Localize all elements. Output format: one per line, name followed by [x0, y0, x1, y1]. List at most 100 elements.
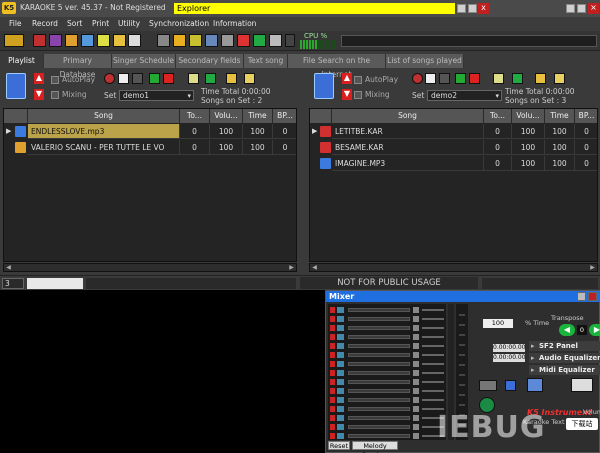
document-icon[interactable] [535, 73, 546, 84]
tab-primary-database[interactable]: Primary Database [44, 54, 112, 79]
document-icon[interactable] [226, 73, 237, 84]
set-dropdown[interactable]: demo1 [119, 90, 194, 101]
curve-icon[interactable] [505, 380, 516, 391]
table-row[interactable]: ▶ LETITBE.KAR 0 100 100 0 [310, 124, 597, 139]
karaoke-icon[interactable] [173, 34, 186, 47]
col-volume[interactable]: Volu... [210, 109, 243, 123]
col-time[interactable]: Time [243, 109, 273, 123]
col-volume[interactable]: Volu... [512, 109, 545, 123]
record-icon[interactable] [33, 34, 46, 47]
channel-strip[interactable] [328, 369, 446, 377]
move-up-icon[interactable]: ▲ [342, 73, 352, 84]
play-icon[interactable] [253, 34, 266, 47]
scroll-right-icon[interactable]: ▶ [588, 264, 597, 271]
playlist-b-icon[interactable] [314, 73, 334, 99]
effects-icon[interactable] [479, 380, 497, 391]
set-dropdown[interactable]: demo2 [427, 90, 502, 101]
menu-synchronization[interactable]: Synchronization [149, 19, 209, 28]
col-bp[interactable]: BP... [273, 109, 296, 123]
col-song[interactable]: Song [28, 109, 180, 123]
channel-strip[interactable] [328, 378, 446, 386]
channel-strip[interactable] [328, 405, 446, 413]
record-icon[interactable] [412, 73, 423, 84]
menu-utility[interactable]: Utility [118, 19, 140, 28]
note-icon[interactable] [244, 73, 255, 84]
col-song[interactable]: Song [332, 109, 484, 123]
channel-strip[interactable] [328, 396, 446, 404]
channel-strip[interactable] [328, 333, 446, 341]
music-icon[interactable] [49, 34, 62, 47]
add-icon[interactable] [455, 73, 466, 84]
play-icon[interactable] [512, 73, 523, 84]
minimize-button[interactable] [468, 4, 477, 13]
channel-strip[interactable] [328, 342, 446, 350]
restore-button[interactable] [457, 4, 466, 13]
status-input[interactable] [27, 278, 83, 289]
autoplay-checkbox[interactable] [51, 76, 59, 84]
channel-strip[interactable] [328, 387, 446, 395]
explorer-field[interactable]: Explorer [174, 3, 455, 14]
menu-information[interactable]: Information [213, 19, 256, 28]
list-icon[interactable] [188, 73, 199, 84]
star-menu-icon[interactable] [4, 34, 24, 47]
camera-icon[interactable] [439, 73, 450, 84]
menu-record[interactable]: Record [32, 19, 58, 28]
camera-icon[interactable] [132, 73, 143, 84]
remove-icon[interactable] [163, 73, 174, 84]
waveform-icon[interactable] [571, 378, 593, 392]
channel-strip[interactable] [328, 324, 446, 332]
transpose-down-button[interactable]: ◀ [559, 324, 575, 336]
grid-icon[interactable] [81, 34, 94, 47]
playlist-a-icon[interactable] [6, 73, 26, 99]
move-down-icon[interactable]: ▼ [342, 89, 352, 100]
menu-print[interactable]: Print [92, 19, 109, 28]
menu-file[interactable]: File [9, 19, 22, 28]
melody-preview-button[interactable]: Melody Preview [352, 441, 398, 453]
add-icon[interactable] [149, 73, 160, 84]
edit-icon[interactable] [118, 73, 129, 84]
edit-icon[interactable] [425, 73, 436, 84]
col-bp[interactable]: BP... [575, 109, 597, 123]
sf2-panel-item[interactable]: SF2 Panel [529, 341, 600, 351]
time-start-field[interactable]: 0.00:00.00 [493, 344, 526, 352]
window-minimize-button[interactable] [566, 4, 575, 13]
left-horizontal-scrollbar[interactable]: ◀ ▶ [3, 263, 297, 272]
table-row[interactable]: BESAME.KAR 0 100 100 0 [310, 140, 597, 155]
table-row[interactable]: IMAGINE.MP3 0 100 100 0 [310, 156, 597, 171]
transpose-up-button[interactable]: ▶ [589, 324, 600, 336]
lyrics-icon[interactable] [189, 34, 202, 47]
table-row[interactable]: VALERIO SCANU - PER TUTTE LE VO 0 100 10… [4, 140, 296, 155]
window-close-button[interactable]: × [588, 3, 599, 14]
audio-equalizer-item[interactable]: Audio Equalizer [529, 353, 600, 363]
channel-strip[interactable] [328, 351, 446, 359]
record-icon[interactable] [104, 73, 115, 84]
remove-icon[interactable] [469, 73, 480, 84]
note-icon[interactable] [554, 73, 565, 84]
play-icon[interactable] [205, 73, 216, 84]
mixing-checkbox[interactable] [354, 91, 362, 99]
window-maximize-button[interactable] [577, 4, 586, 13]
list-icon[interactable] [493, 73, 504, 84]
settings-icon[interactable] [269, 34, 282, 47]
tab-songs-played[interactable]: List of songs played [386, 54, 464, 68]
image-icon[interactable] [65, 34, 78, 47]
tab-secondary-fields[interactable]: Secondary fields [176, 54, 244, 68]
table-row[interactable]: ▶ ENDLESSLOVE.mp3 0 100 100 0 [4, 124, 296, 139]
playlist-icon[interactable] [157, 34, 170, 47]
scroll-right-icon[interactable]: ▶ [287, 264, 296, 271]
explorer-close-button[interactable]: x [478, 3, 489, 14]
time-percent-field[interactable]: 100 [483, 319, 513, 328]
autoplay-checkbox[interactable] [354, 76, 362, 84]
midi-equalizer-item[interactable]: Midi Equalizer [529, 365, 600, 375]
tab-playlist[interactable]: Playlist [0, 54, 44, 68]
tab-singer-schedule[interactable]: Singer Schedule [112, 54, 176, 68]
channel-strip[interactable] [328, 360, 446, 368]
mixing-checkbox[interactable] [51, 91, 59, 99]
display-icon[interactable] [221, 34, 234, 47]
reset-button[interactable]: Reset [328, 441, 350, 450]
open-icon[interactable] [113, 34, 126, 47]
midi-icon[interactable] [527, 378, 543, 392]
scroll-left-icon[interactable]: ◀ [310, 264, 319, 271]
mixer-close-button[interactable] [588, 292, 597, 301]
no-icon[interactable] [237, 34, 250, 47]
